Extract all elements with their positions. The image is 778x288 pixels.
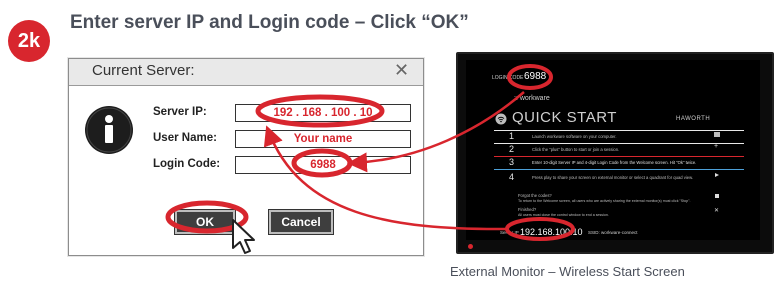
cursor-icon: [231, 218, 259, 256]
server-ip-highlight: [255, 94, 385, 128]
monitor-login-code-highlight: [507, 64, 553, 90]
server-ip-arrow: [263, 125, 508, 231]
login-code-highlight: [291, 148, 353, 178]
monitor-server-ip-highlight: [505, 217, 575, 241]
annotation-overlay: [165, 64, 575, 241]
login-code-arrow: [347, 91, 525, 173]
